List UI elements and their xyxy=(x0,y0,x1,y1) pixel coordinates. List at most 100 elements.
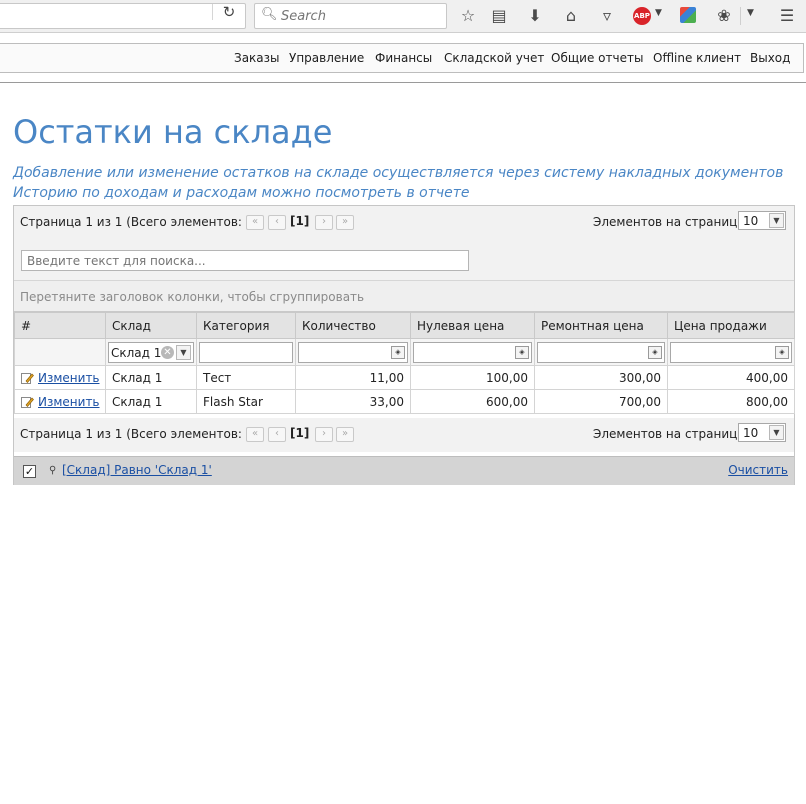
per-page-label: Элементов на странице: xyxy=(593,215,749,229)
per-page-label: Элементов на странице: xyxy=(593,427,749,441)
reading-list-icon[interactable]: ▤ xyxy=(489,6,509,26)
filter-cell-zero-price: ◈ xyxy=(410,338,535,366)
address-bar[interactable] xyxy=(0,3,246,29)
header-row: # Склад Категория Количество Нулевая цен… xyxy=(14,312,795,339)
filter-enabled-checkbox[interactable]: ✓ xyxy=(23,465,36,478)
cell-zero-price: 600,00 xyxy=(410,389,535,414)
page-subtitle: Добавление или изменение остатков на скл… xyxy=(13,165,784,201)
chevron-down-icon[interactable]: ▼ xyxy=(655,8,662,18)
menu-item-orders[interactable]: Заказы xyxy=(234,51,280,65)
category-filter-input[interactable] xyxy=(199,341,293,363)
menu-item-finance[interactable]: Финансы xyxy=(375,51,432,65)
menu-item-warehouse[interactable]: Складской учет xyxy=(444,51,544,65)
menu-item-reports[interactable]: Общие отчеты xyxy=(551,51,643,65)
per-page-select[interactable]: 10 ▼ xyxy=(738,211,786,230)
filter-options-icon[interactable]: ◈ xyxy=(391,345,405,359)
menu-item-offline-client[interactable]: Offline клиент xyxy=(653,51,741,65)
prev-page-button[interactable]: ‹ xyxy=(268,215,286,230)
hamburger-menu-icon[interactable]: ☰ xyxy=(777,6,797,26)
first-page-button[interactable]: « xyxy=(246,215,264,230)
chevron-down-icon[interactable]: ▼ xyxy=(769,425,784,440)
cell-category: Тест xyxy=(196,365,296,390)
adblock-icon[interactable]: ABP xyxy=(633,7,651,25)
menu-item-management[interactable]: Управление xyxy=(289,51,364,65)
column-header-zero-price[interactable]: Нулевая цена xyxy=(410,312,535,339)
header-divider xyxy=(0,82,806,83)
filter-cell-category xyxy=(196,338,296,366)
sale-price-filter-input[interactable]: ◈ xyxy=(670,341,792,363)
column-header-repair-price[interactable]: Ремонтная цена xyxy=(534,312,668,339)
per-page-select[interactable]: 10 ▼ xyxy=(738,423,786,442)
cell-category: Flash Star xyxy=(196,389,296,414)
cell-sale-price: 800,00 xyxy=(667,389,795,414)
cell-warehouse: Склад 1 xyxy=(105,365,197,390)
filter-cell-repair-price: ◈ xyxy=(534,338,668,366)
download-icon[interactable]: ⬇ xyxy=(525,6,545,26)
row-action-cell: Изменить xyxy=(14,365,106,390)
browser-search-input[interactable] xyxy=(279,6,443,26)
filter-cell-sale-price: ◈ xyxy=(667,338,795,366)
chevron-down-icon[interactable]: ▼ xyxy=(769,213,784,228)
last-page-button[interactable]: » xyxy=(336,215,354,230)
top-pager: Страница 1 из 1 (Всего элементов: 2) « ‹… xyxy=(14,206,794,240)
per-page-value: 10 xyxy=(743,426,759,440)
main-menu: Заказы Управление Финансы Складской учет… xyxy=(0,43,804,73)
table-row: Изменить Склад 1 Flash Star 33,00 600,00… xyxy=(14,389,795,414)
current-page[interactable]: [1] xyxy=(290,214,309,228)
table-row: Изменить Склад 1 Тест 11,00 100,00 300,0… xyxy=(14,365,795,390)
column-header-quantity[interactable]: Количество xyxy=(295,312,411,339)
warehouse-filter-combo[interactable]: Склад 1 ✕ ▼ xyxy=(108,341,194,363)
group-panel[interactable]: Перетяните заголовок колонки, чтобы сгру… xyxy=(14,281,794,312)
extension-icon[interactable] xyxy=(680,7,696,23)
column-header-sale-price[interactable]: Цена продажи xyxy=(667,312,795,339)
stock-grid: Страница 1 из 1 (Всего элементов: 2) « ‹… xyxy=(13,205,795,485)
filter-cell-quantity: ◈ xyxy=(295,338,411,366)
data-table: # Склад Категория Количество Нулевая цен… xyxy=(14,312,795,414)
clear-filter-link[interactable]: Очистить xyxy=(728,463,788,477)
cell-zero-price: 100,00 xyxy=(410,365,535,390)
chevron-down-icon[interactable]: ▼ xyxy=(747,8,754,18)
bookmark-star-icon[interactable]: ☆ xyxy=(458,6,478,26)
current-page[interactable]: [1] xyxy=(290,426,309,440)
bug-icon[interactable]: ❀ xyxy=(714,6,734,26)
column-header-category[interactable]: Категория xyxy=(196,312,296,339)
zero-price-filter-input[interactable]: ◈ xyxy=(413,341,532,363)
warehouse-filter-value: Склад 1 xyxy=(111,345,162,360)
bottom-pager: Страница 1 из 1 (Всего элементов: 2) « ‹… xyxy=(14,418,794,452)
filter-options-icon[interactable]: ◈ xyxy=(648,345,662,359)
filter-expression-link[interactable]: [Склад] Равно 'Склад 1' xyxy=(62,463,212,477)
first-page-button[interactable]: « xyxy=(246,427,264,442)
last-page-button[interactable]: » xyxy=(336,427,354,442)
filter-icon: ⚲ xyxy=(49,465,57,476)
filter-options-icon[interactable]: ◈ xyxy=(515,345,529,359)
home-icon[interactable]: ⌂ xyxy=(561,6,581,26)
group-panel-hint: Перетяните заголовок колонки, чтобы сгру… xyxy=(20,290,365,304)
repair-price-filter-input[interactable]: ◈ xyxy=(537,341,665,363)
reload-icon[interactable]: ↻ xyxy=(220,3,238,21)
filter-options-icon[interactable]: ◈ xyxy=(775,345,789,359)
edit-link[interactable]: Изменить xyxy=(38,395,100,409)
column-header-warehouse[interactable]: Склад xyxy=(105,312,197,339)
clear-filter-icon[interactable]: ✕ xyxy=(161,345,174,359)
pocket-icon[interactable]: ▿ xyxy=(597,6,617,26)
pager-summary: Страница 1 из 1 (Всего элементов: 2) xyxy=(20,427,259,441)
pencil-icon[interactable] xyxy=(21,395,34,408)
column-header-index: # xyxy=(14,312,106,339)
cell-warehouse: Склад 1 xyxy=(105,389,197,414)
page-title: Остатки на складе xyxy=(13,113,333,151)
per-page-value: 10 xyxy=(743,214,759,228)
browser-search-box[interactable]: 🔍︎ xyxy=(254,3,447,29)
next-page-button[interactable]: › xyxy=(315,427,333,442)
quantity-filter-input[interactable]: ◈ xyxy=(298,341,408,363)
chevron-down-icon[interactable]: ▼ xyxy=(176,344,191,360)
prev-page-button[interactable]: ‹ xyxy=(268,427,286,442)
edit-link[interactable]: Изменить xyxy=(38,371,100,385)
menu-item-logout[interactable]: Выход xyxy=(750,51,790,65)
grid-search-input[interactable] xyxy=(21,250,469,271)
cell-quantity: 11,00 xyxy=(295,365,411,390)
cell-quantity: 33,00 xyxy=(295,389,411,414)
search-icon: 🔍︎ xyxy=(261,7,278,22)
row-action-cell: Изменить xyxy=(14,389,106,414)
pencil-icon[interactable] xyxy=(21,371,34,384)
next-page-button[interactable]: › xyxy=(315,215,333,230)
